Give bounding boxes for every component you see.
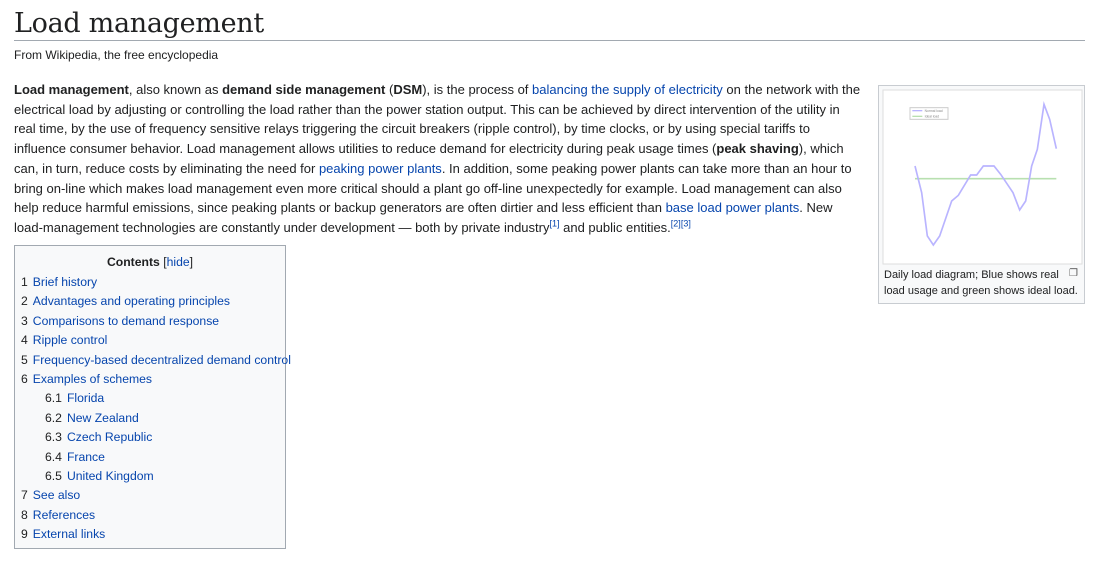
toc-link[interactable]: Frequency-based decentralized demand con…: [33, 353, 291, 367]
toc-number: 6.3: [45, 430, 62, 445]
toc-number: 6.1: [45, 391, 62, 406]
toc-number: 6.2: [45, 410, 62, 425]
toc-item[interactable]: 3 Comparisons to demand response: [21, 312, 285, 331]
citation: [3]: [681, 219, 691, 229]
toc-number: 1: [21, 275, 28, 289]
text-segment: and public entities.: [559, 219, 671, 235]
citation: [2]: [671, 219, 681, 229]
toc-number: 4: [21, 333, 28, 348]
toc-link[interactable]: Ripple control: [33, 333, 108, 347]
toc-link[interactable]: Comparisons to demand response: [33, 314, 219, 328]
enlarge-icon[interactable]: ❐: [1069, 268, 1078, 279]
toc-item[interactable]: 7 See also: [21, 486, 285, 505]
toc-item[interactable]: 6.4 France: [21, 448, 285, 467]
article-link[interactable]: base load power plants: [666, 200, 800, 215]
toc-item[interactable]: 8 References: [21, 506, 285, 525]
citation-link[interactable]: [1]: [549, 219, 559, 229]
toc-item[interactable]: 1 Brief history: [21, 273, 285, 292]
toc-item[interactable]: 4 Ripple control: [21, 331, 285, 350]
toc-link[interactable]: Advantages and operating principles: [33, 294, 230, 308]
text-segment: , also known as: [128, 82, 223, 97]
thumbnail-figure: Normal load Ideal load Daily load diagra…: [878, 85, 1085, 304]
toc-hide-link[interactable]: hide: [167, 255, 190, 269]
table-of-contents: Contents [hide] 1 Brief history 2 Advantage…: [14, 245, 291, 549]
page-title: Load management: [14, 8, 264, 39]
toc-item[interactable]: 6.3 Czech Republic: [21, 428, 285, 447]
toc-item[interactable]: 5 Frequency-based decentralized demand co…: [21, 351, 291, 370]
toc-number: 9: [21, 527, 28, 542]
toc-link[interactable]: United Kingdom: [67, 469, 154, 483]
toc-link[interactable]: External links: [33, 527, 105, 541]
toc-item[interactable]: 6.5 United Kingdom: [21, 467, 285, 486]
toc-number: 5: [21, 352, 28, 367]
title-divider: [14, 40, 1085, 41]
text-segment: ), is the process of: [422, 82, 533, 97]
bold-term: Load management: [14, 82, 129, 97]
toc-number: 6.4: [45, 449, 62, 464]
toc-number: 3: [21, 313, 28, 328]
legend-ideal-label: Ideal load: [925, 115, 940, 119]
toc-number: 6: [21, 371, 28, 386]
toc-number: 8: [21, 507, 28, 522]
article-link[interactable]: peaking power plants: [319, 161, 442, 176]
toc-number: 2: [21, 294, 28, 309]
toc-link[interactable]: New Zealand: [67, 411, 139, 425]
article-link[interactable]: balancing the supply of electricity: [532, 82, 723, 97]
bold-term: peak shaving: [716, 141, 799, 157]
toc-link[interactable]: France: [67, 450, 105, 464]
toc-item[interactable]: 2 Advantages and operating principles: [21, 292, 285, 311]
bold-term: demand side management: [222, 82, 386, 97]
intro-paragraph: Load management, also known as demand si…: [14, 80, 864, 238]
toc-link[interactable]: See also: [33, 488, 80, 502]
toc-link[interactable]: References: [33, 508, 95, 522]
toc-link[interactable]: Czech Republic: [67, 430, 152, 444]
toc-list: 1 Brief history 2 Advantages and operating …: [15, 273, 291, 544]
thumb-caption: Daily load diagram; Blue shows real load…: [884, 269, 1078, 297]
toc-item[interactable]: 6.1 Florida: [21, 389, 285, 408]
citation-link[interactable]: [2]: [671, 219, 681, 229]
tagline: From Wikipedia, the free encyclopedia: [14, 48, 219, 62]
legend-normal-label: Normal load: [925, 109, 943, 113]
bold-term: DSM: [393, 82, 423, 97]
toc-item[interactable]: 9 External links: [21, 525, 285, 544]
toc-title: Contents [hide]: [106, 255, 194, 269]
toc-link[interactable]: Brief history: [33, 275, 97, 289]
toc-item[interactable]: 6 Examples of schemes: [21, 370, 285, 389]
toc-number: 6.5: [45, 468, 62, 483]
citation-link[interactable]: [3]: [681, 219, 691, 229]
citation: [1]: [549, 219, 559, 229]
toc-item[interactable]: 6.2 New Zealand: [21, 409, 285, 428]
toc-link[interactable]: Florida: [67, 391, 104, 405]
toc-number: 7: [21, 488, 28, 503]
toc-link[interactable]: Examples of schemes: [33, 372, 152, 386]
